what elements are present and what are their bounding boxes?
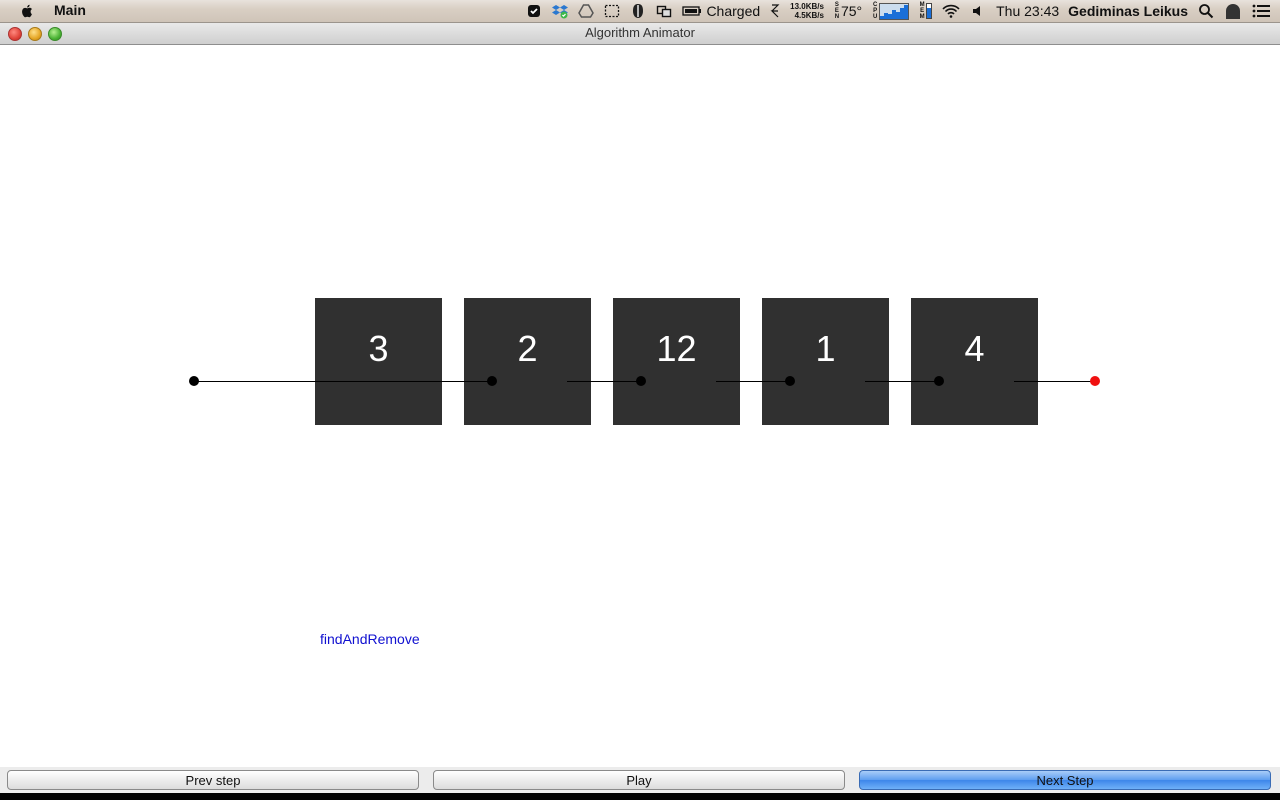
volume-icon[interactable] (970, 0, 986, 22)
user-avatar-icon[interactable] (1224, 0, 1242, 22)
prev-step-button[interactable]: Prev step (7, 770, 419, 790)
window-title-bar[interactable]: Algorithm Animator (0, 23, 1280, 45)
pointer-dot (487, 376, 497, 386)
cpu-graph[interactable] (879, 0, 910, 22)
status-tray: Charged 13.0KB/s 4.5KB/s SEN 75° CPU MEM… (521, 0, 1280, 22)
node-value: 4 (964, 328, 985, 369)
network-arrows-icon (770, 0, 780, 22)
window-title: Algorithm Animator (585, 25, 695, 40)
spotlight-search-icon[interactable] (1198, 0, 1214, 22)
list-node: 4 (911, 298, 1038, 425)
window-arrange-icon[interactable] (656, 0, 672, 22)
next-pointer-link (865, 381, 939, 382)
wifi-icon[interactable] (942, 0, 960, 22)
node-value: 2 (517, 328, 538, 369)
mask-icon[interactable] (630, 0, 646, 22)
node-value: 1 (815, 328, 836, 369)
app-menu-main[interactable]: Main (54, 2, 86, 18)
temperature-readout[interactable]: 75° (841, 0, 862, 22)
head-pointer-dot (189, 376, 199, 386)
next-pointer-link (567, 381, 641, 382)
play-button[interactable]: Play (433, 770, 845, 790)
sensor-label: SEN (834, 2, 840, 20)
battery-status-text: Charged (706, 3, 761, 19)
list-node: 12 (613, 298, 740, 425)
next-step-button[interactable]: Next Step (859, 770, 1271, 790)
menu-bar: Main Charged 13.0KB/s 4.5KB/s SEN 75° CP… (0, 0, 1280, 23)
network-down-speed: 4.5KB/s (794, 11, 824, 20)
current-function-label: findAndRemove (320, 631, 420, 647)
head-pointer-link (194, 381, 492, 382)
controls-bar: Prev step Play Next Step (0, 767, 1280, 793)
shield-icon[interactable] (526, 0, 542, 22)
network-speed[interactable]: 13.0KB/s 4.5KB/s (790, 0, 824, 22)
tail-null-dot (1090, 376, 1100, 386)
dropbox-icon[interactable] (552, 0, 569, 22)
list-node: 1 (762, 298, 889, 425)
google-drive-icon[interactable] (578, 0, 595, 22)
window-bottom-edge (0, 793, 1280, 800)
pointer-dot (636, 376, 646, 386)
tail-pointer-link (1014, 381, 1095, 382)
memory-gauge[interactable] (926, 0, 933, 22)
animation-canvas: 3 2 12 1 4 findAndRemove (0, 45, 1280, 767)
memory-label: MEM (919, 2, 925, 20)
list-node: 3 (315, 298, 442, 425)
battery-status[interactable]: Charged (682, 0, 760, 22)
cpu-label: CPU (872, 2, 878, 20)
menubar-clock[interactable]: Thu 23:43 (996, 0, 1059, 22)
apple-menu-icon[interactable] (19, 3, 35, 19)
notification-center-icon[interactable] (1252, 0, 1270, 22)
screenshot-selection-icon[interactable] (604, 0, 620, 22)
network-up-speed: 13.0KB/s (790, 2, 824, 11)
node-value: 12 (656, 328, 697, 369)
list-node: 2 (464, 298, 591, 425)
node-value: 3 (368, 328, 389, 369)
pointer-dot (785, 376, 795, 386)
next-pointer-link (716, 381, 790, 382)
pointer-dot (934, 376, 944, 386)
fast-user-switch-name[interactable]: Gediminas Leikus (1068, 0, 1188, 22)
